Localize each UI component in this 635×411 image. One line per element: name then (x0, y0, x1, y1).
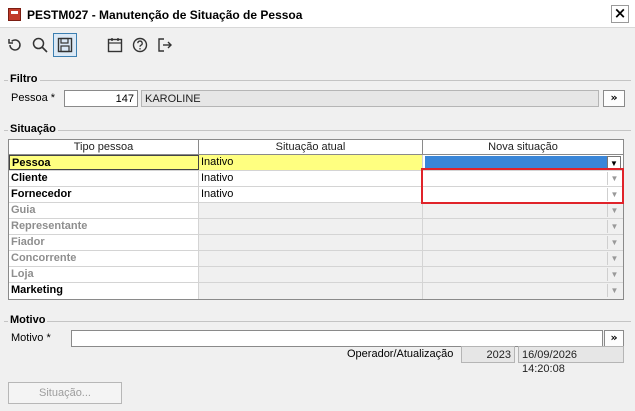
atual-cell (199, 283, 423, 299)
atualizacao-field: 16/09/2026 14:20:08 (518, 346, 624, 375)
nova-situacao-select[interactable]: ▼ (423, 235, 623, 250)
close-button[interactable]: × (611, 5, 629, 23)
tipo-cell: Fiador (9, 235, 199, 250)
filtro-group (4, 80, 631, 81)
chevron-down-icon[interactable]: ▼ (607, 220, 621, 233)
pessoa-code-input[interactable]: 147 (64, 90, 138, 107)
motivo-label: Motivo * (11, 332, 51, 344)
nova-situacao-select[interactable]: ▼ (423, 267, 623, 282)
chevron-down-icon[interactable]: ▼ (607, 204, 621, 217)
undo-icon[interactable] (3, 33, 27, 57)
exit-icon[interactable] (153, 33, 177, 57)
table-row[interactable]: Representante ▼ (9, 219, 623, 235)
operador-code-field: 2023 (461, 346, 515, 363)
atual-cell (199, 203, 423, 218)
tipo-cell: Concorrente (9, 251, 199, 266)
filtro-legend: Filtro (8, 73, 40, 85)
situacao-grid: Tipo pessoa Situação atual Nova situação… (8, 139, 624, 300)
col-nova-situacao[interactable]: Nova situação (423, 140, 623, 154)
motivo-input[interactable] (71, 330, 603, 347)
nova-situacao-select[interactable]: ▼ (423, 203, 623, 218)
tipo-cell: Guia (9, 203, 199, 218)
title-bar: PESTM027 - Manutenção de Situação de Pes… (0, 0, 635, 28)
situacao-button[interactable]: Situação... (8, 382, 122, 404)
toolbar (0, 30, 635, 60)
atual-cell (199, 267, 423, 282)
tipo-cell: Fornecedor (9, 187, 199, 202)
situacao-group (4, 130, 631, 131)
chevron-down-icon[interactable]: ▼ (607, 284, 621, 297)
table-row[interactable]: Marketing ▼ (9, 283, 623, 299)
pessoa-lookup-button[interactable]: » (603, 90, 625, 107)
situacao-legend: Situação (8, 123, 58, 135)
col-tipo-pessoa[interactable]: Tipo pessoa (9, 140, 199, 154)
motivo-legend: Motivo (8, 314, 48, 326)
window-title: PESTM027 - Manutenção de Situação de Pes… (27, 8, 303, 22)
col-situacao-atual[interactable]: Situação atual (199, 140, 423, 154)
chevron-down-icon[interactable]: ▼ (607, 252, 621, 265)
atual-cell: Inativo (199, 187, 423, 202)
help-icon[interactable] (128, 33, 152, 57)
grid-header: Tipo pessoa Situação atual Nova situação (9, 140, 623, 155)
nova-situacao-select[interactable]: ▼ (423, 219, 623, 234)
motivo-lookup-button[interactable]: » (604, 330, 624, 347)
nova-situacao-select[interactable]: ▼ (423, 251, 623, 266)
chevron-down-icon[interactable]: ▼ (607, 268, 621, 281)
chevron-down-icon[interactable]: ▼ (607, 236, 621, 249)
tipo-cell: Representante (9, 219, 199, 234)
save-icon[interactable] (53, 33, 77, 57)
motivo-group (4, 321, 631, 322)
pessoa-label: Pessoa * (11, 92, 56, 104)
table-row[interactable]: Guia ▼ (9, 203, 623, 219)
tipo-cell: Loja (9, 267, 199, 282)
operador-label: Operador/Atualização (347, 348, 454, 360)
atual-cell: Inativo (199, 155, 423, 170)
app-icon (8, 8, 21, 21)
nova-situacao-select[interactable]: ▼ (423, 283, 623, 299)
tipo-cell: Cliente (9, 171, 199, 186)
atual-cell (199, 235, 423, 250)
pessoa-name-field: KAROLINE (141, 90, 599, 107)
tipo-cell: Marketing (9, 283, 199, 299)
calendar-icon[interactable] (103, 33, 127, 57)
table-row[interactable]: Loja ▼ (9, 267, 623, 283)
atual-cell: Inativo (199, 171, 423, 186)
table-row[interactable]: Fiador ▼ (9, 235, 623, 251)
highlight-box (421, 168, 624, 204)
search-icon[interactable] (28, 33, 52, 57)
atual-cell (199, 251, 423, 266)
atual-cell (199, 219, 423, 234)
tipo-cell: Pessoa (9, 155, 199, 170)
table-row[interactable]: Concorrente ▼ (9, 251, 623, 267)
